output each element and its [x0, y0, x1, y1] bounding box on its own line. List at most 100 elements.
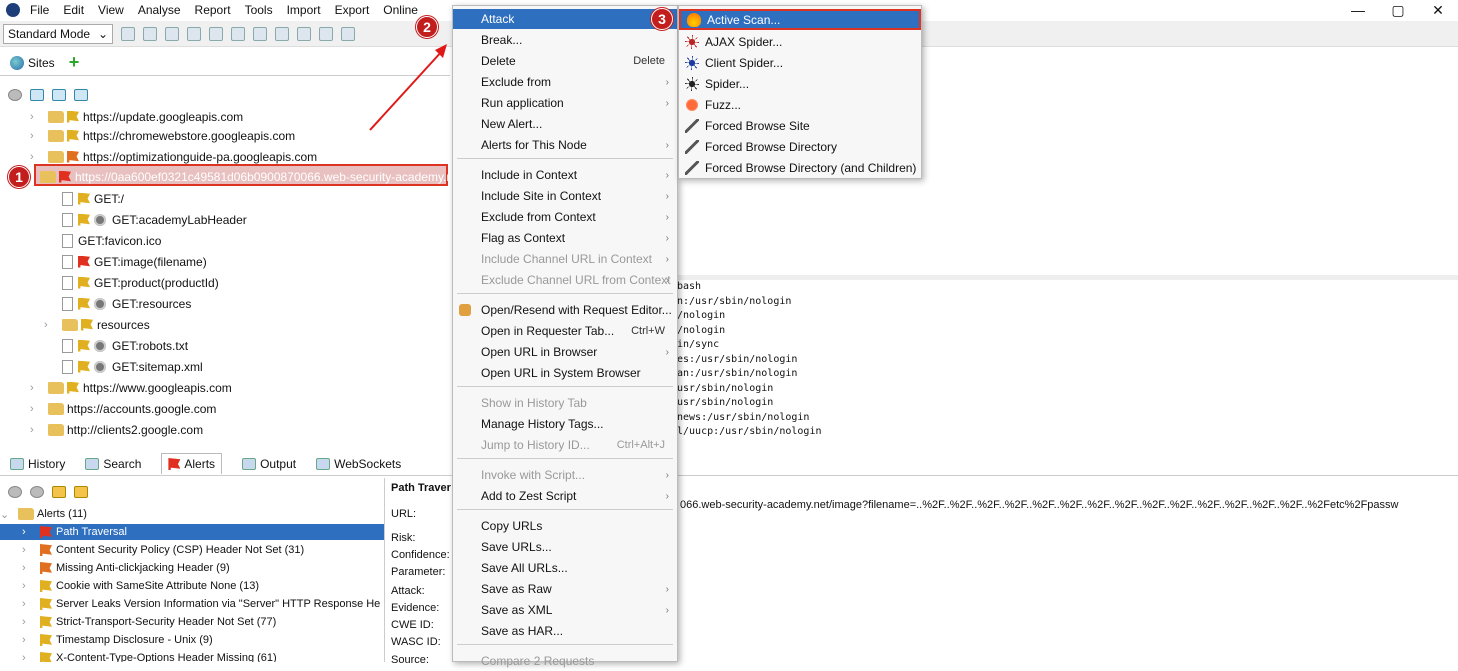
- submenu-item-forced-browse-site[interactable]: Forced Browse Site: [679, 115, 921, 136]
- alert-item[interactable]: › X-Content-Type-Options Header Missing (…: [0, 650, 384, 662]
- menu-item-run-application[interactable]: Run application ›: [453, 93, 677, 113]
- menu-item-delete[interactable]: Delete Delete: [453, 51, 677, 71]
- annotation-badge-3: 3: [651, 8, 673, 30]
- alert-item[interactable]: › Path Traversal: [0, 524, 384, 540]
- menu-import[interactable]: Import: [287, 3, 321, 17]
- menu-analyse[interactable]: Analyse: [138, 3, 181, 17]
- menu-tools[interactable]: Tools: [245, 3, 273, 17]
- session-properties-icon[interactable]: [209, 26, 223, 41]
- chevron-right-icon: ›: [22, 562, 26, 574]
- mode-select[interactable]: Standard Mode ⌄: [3, 23, 113, 44]
- tree-row[interactable]: › http://clients2.google.com: [30, 419, 203, 440]
- tab-output[interactable]: Output: [242, 457, 296, 471]
- export-context-icon[interactable]: [74, 89, 88, 101]
- alert-item[interactable]: › Timestamp Disclosure - Unix (9): [0, 632, 384, 648]
- add-tab-plus-icon[interactable]: +: [69, 52, 80, 73]
- snapshot-icon[interactable]: [187, 26, 201, 41]
- tree-row[interactable]: GET:product(productId): [62, 272, 219, 293]
- tab-search[interactable]: Search: [85, 457, 141, 471]
- submenu-item-forced-browse-directory[interactable]: Forced Browse Directory: [679, 136, 921, 157]
- minimize-button[interactable]: —: [1338, 0, 1378, 20]
- options-gear-icon[interactable]: [231, 26, 245, 41]
- alerts-tree: ⌄ Alerts (11) › Path Traversal › Content Se…: [0, 506, 384, 662]
- alert-label: Server Leaks Version Information via "Se…: [56, 598, 381, 610]
- menu-file[interactable]: File: [30, 3, 49, 17]
- panel2-icon[interactable]: [319, 26, 333, 41]
- menu-item-copy-urls[interactable]: Copy URLs: [453, 516, 677, 536]
- tree-row[interactable]: GET:sitemap.xml: [62, 356, 203, 377]
- menu-item-new-alert[interactable]: New Alert...: [453, 114, 677, 134]
- selected-tree-row[interactable]: https://0aa600ef0321c49581d06b0900870066…: [34, 164, 463, 186]
- flag-icon: [78, 192, 90, 205]
- menu-item-save-as-har[interactable]: Save as HAR...: [453, 621, 677, 641]
- menu-item-exclude-from-context[interactable]: Exclude from Context ›: [453, 207, 677, 227]
- alert-item[interactable]: › Server Leaks Version Information via "S…: [0, 596, 384, 612]
- submenu-item-client-spider[interactable]: Client Spider...: [679, 52, 921, 73]
- new-session-icon[interactable]: [121, 26, 135, 41]
- menu-item-open-resend[interactable]: Open/Resend with Request Editor...: [453, 300, 677, 320]
- menu-item-open-url-browser[interactable]: Open URL in Browser ›: [453, 342, 677, 362]
- panel-icon[interactable]: [297, 26, 311, 41]
- menu-item-flag-as-context[interactable]: Flag as Context ›: [453, 228, 677, 248]
- tree-row[interactable]: GET:robots.txt: [62, 335, 188, 356]
- alert-item[interactable]: › Content Security Policy (CSP) Header No…: [0, 542, 384, 558]
- scope-toggle-icon[interactable]: [8, 89, 22, 101]
- menu-item-break[interactable]: Break...: [453, 30, 677, 50]
- tree-row[interactable]: › https://www.googleapis.com: [30, 377, 232, 398]
- expand-icon[interactable]: [275, 26, 289, 41]
- menu-item-open-requester-tab[interactable]: Open in Requester Tab... Ctrl+W: [453, 321, 677, 341]
- submenu-item-spider[interactable]: Spider...: [679, 73, 921, 94]
- menu-export[interactable]: Export: [335, 3, 370, 17]
- alert-item[interactable]: › Strict-Transport-Security Header Not Se…: [0, 614, 384, 630]
- submenu-item-ajax-spider[interactable]: AJAX Spider...: [679, 31, 921, 52]
- edit-pencil-icon[interactable]: [52, 486, 66, 498]
- menu-report[interactable]: Report: [195, 3, 231, 17]
- menu-item-alerts-for-node[interactable]: Alerts for This Node ›: [453, 135, 677, 155]
- menu-item-save-all-urls[interactable]: Save All URLs...: [453, 558, 677, 578]
- menu-item-include-site-in-context[interactable]: Include Site in Context ›: [453, 186, 677, 206]
- alert-item[interactable]: › Cookie with SameSite Attribute None (13…: [0, 578, 384, 594]
- alerts-root[interactable]: ⌄ Alerts (11): [0, 506, 384, 522]
- menu-item-include-in-context[interactable]: Include in Context ›: [453, 165, 677, 185]
- tab-alerts[interactable]: Alerts: [161, 453, 223, 474]
- tree-row[interactable]: › https://chromewebstore.googleapis.com: [30, 125, 295, 146]
- open-session-icon[interactable]: [143, 26, 157, 41]
- menu-item-save-as-raw[interactable]: Save as Raw ›: [453, 579, 677, 599]
- layout-icon[interactable]: [253, 26, 267, 41]
- submenu-item-forced-browse-directory-children[interactable]: Forced Browse Directory (and Children): [679, 157, 921, 178]
- menu-item-save-urls[interactable]: Save URLs...: [453, 537, 677, 557]
- menu-item-save-as-xml[interactable]: Save as XML ›: [453, 600, 677, 620]
- delete-icon[interactable]: [74, 486, 88, 498]
- filter-icon[interactable]: [30, 486, 44, 498]
- menu-online[interactable]: Online: [383, 3, 418, 17]
- menu-item-add-to-zest[interactable]: Add to Zest Script ›: [453, 486, 677, 506]
- import-context-icon[interactable]: [52, 89, 66, 101]
- panel3-icon[interactable]: [341, 26, 355, 41]
- menu-item-open-url-system-browser[interactable]: Open URL in System Browser: [453, 363, 677, 383]
- chevron-right-icon: ›: [30, 129, 34, 142]
- save-session-icon[interactable]: [165, 26, 179, 41]
- tree-row[interactable]: GET:favicon.ico: [62, 230, 161, 251]
- chevron-right-icon: ›: [44, 318, 48, 331]
- tree-row[interactable]: GET:academyLabHeader: [62, 209, 247, 230]
- submenu-item-active-scan[interactable]: Active Scan...: [679, 9, 921, 30]
- new-context-icon[interactable]: [30, 89, 44, 101]
- menu-item-manage-history-tags[interactable]: Manage History Tags...: [453, 414, 677, 434]
- submenu-item-fuzz[interactable]: Fuzz...: [679, 94, 921, 115]
- tree-row[interactable]: › https://accounts.google.com: [30, 398, 216, 419]
- close-button[interactable]: ✕: [1418, 0, 1458, 20]
- menu-edit[interactable]: Edit: [63, 3, 84, 17]
- menu-item-exclude-from[interactable]: Exclude from ›: [453, 72, 677, 92]
- menu-view[interactable]: View: [98, 3, 124, 17]
- tree-row[interactable]: GET:/: [62, 188, 124, 209]
- alert-item[interactable]: › Missing Anti-clickjacking Header (9): [0, 560, 384, 576]
- scope-toggle-icon[interactable]: [8, 486, 22, 498]
- tab-history[interactable]: History: [10, 457, 65, 471]
- tab-websockets[interactable]: WebSockets: [316, 457, 401, 471]
- tree-row[interactable]: GET:image(filename): [62, 251, 207, 272]
- tree-row[interactable]: › resources: [44, 314, 150, 335]
- tree-row[interactable]: GET:resources: [62, 293, 191, 314]
- tab-sites[interactable]: Sites: [28, 56, 55, 70]
- menu-item-attack[interactable]: Attack›: [453, 9, 677, 29]
- maximize-button[interactable]: ▢: [1378, 0, 1418, 20]
